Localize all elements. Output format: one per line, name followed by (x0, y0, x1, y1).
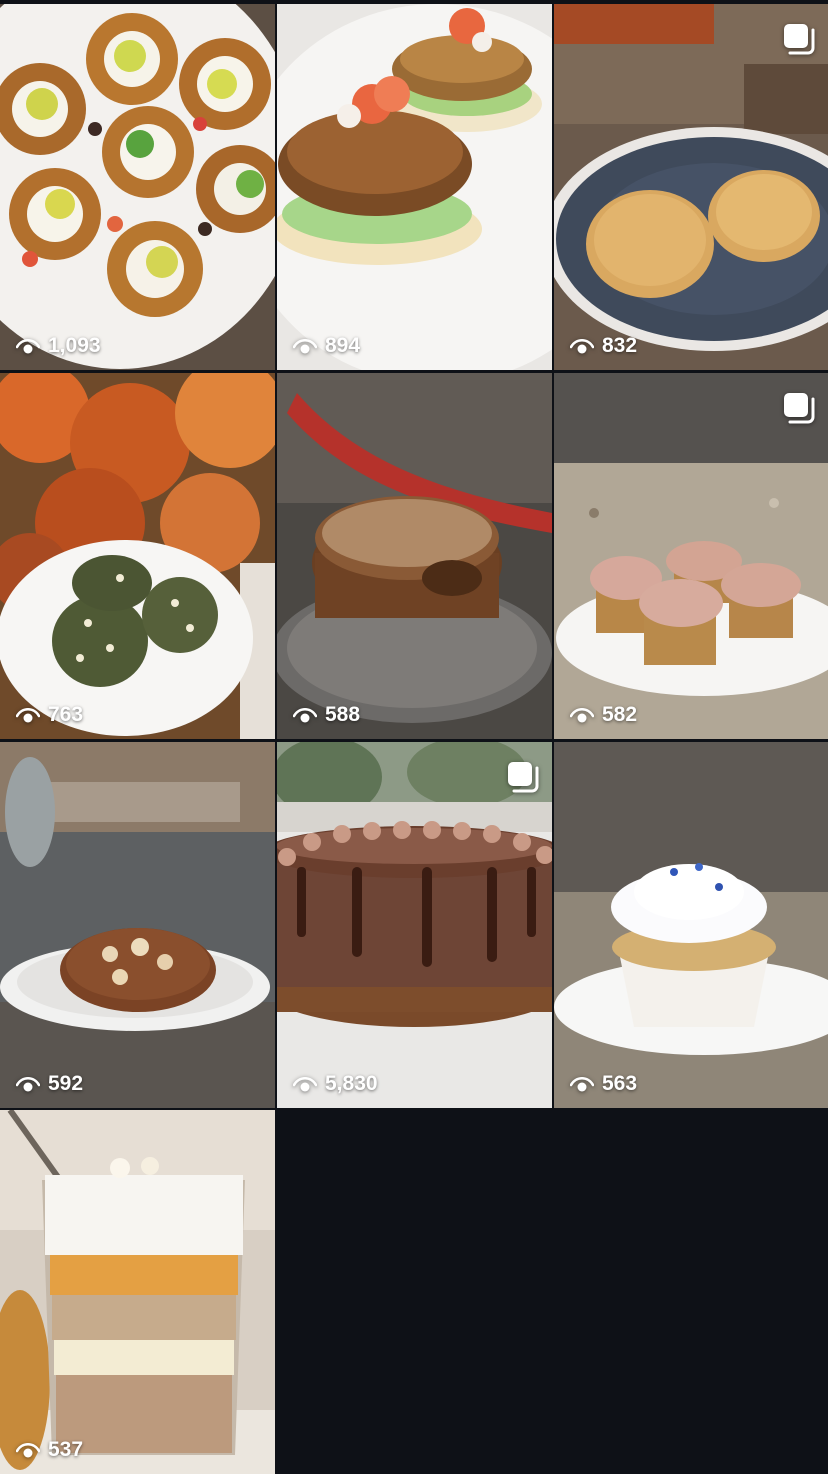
view-count-label: 5,830 (325, 1072, 378, 1095)
carousel-icon (784, 393, 815, 424)
post-photo-veggie-sliders (277, 4, 552, 370)
view-count: 1,093 (16, 334, 101, 358)
view-count: 588 (293, 703, 360, 727)
post-photo-matcha-cookies (0, 373, 275, 739)
view-count-label: 894 (325, 334, 361, 357)
post-photo-layered-dessert-cup (0, 1110, 275, 1474)
post-tile-1[interactable]: 1,093 (0, 4, 275, 370)
view-count: 592 (16, 1072, 83, 1096)
carousel-icon (784, 24, 815, 55)
view-count-label: 588 (325, 703, 361, 726)
view-count-label: 563 (602, 1072, 638, 1095)
post-photo-taco-cups (0, 4, 275, 370)
view-count: 537 (16, 1438, 83, 1462)
view-count: 5,830 (293, 1072, 378, 1096)
posts-grid: 1,093 894 832 763 588 582 592 5,830 563 … (0, 0, 828, 1474)
view-count-label: 763 (48, 703, 84, 726)
view-count-label: 832 (602, 334, 638, 357)
eye-icon (16, 338, 40, 354)
post-tile-10[interactable]: 537 (0, 1110, 275, 1474)
view-count-label: 582 (602, 703, 638, 726)
post-photo-crumb-cake (277, 373, 552, 739)
eye-icon (570, 338, 594, 354)
view-count: 763 (16, 703, 83, 727)
post-photo-crinkle-cookies (554, 4, 828, 370)
post-tile-2[interactable]: 894 (277, 4, 552, 370)
post-tile-8[interactable]: 5,830 (277, 742, 552, 1108)
eye-icon (293, 1076, 317, 1092)
view-count: 582 (570, 703, 637, 727)
carousel-icon (508, 762, 539, 793)
eye-icon (570, 707, 594, 723)
eye-icon (293, 338, 317, 354)
view-count: 563 (570, 1072, 637, 1096)
post-photo-pecan-muffins (554, 373, 828, 739)
view-count: 832 (570, 334, 637, 358)
view-count-label: 537 (48, 1438, 84, 1461)
eye-icon (16, 1076, 40, 1092)
post-tile-9[interactable]: 563 (554, 742, 828, 1108)
view-count-label: 1,093 (48, 334, 101, 357)
post-tile-6[interactable]: 582 (554, 373, 828, 739)
post-photo-vanilla-cupcake (554, 742, 828, 1108)
view-count-label: 592 (48, 1072, 84, 1095)
post-photo-chocolate-drip-cake (277, 742, 552, 1108)
eye-icon (16, 1442, 40, 1458)
post-tile-5[interactable]: 588 (277, 373, 552, 739)
eye-icon (16, 707, 40, 723)
post-tile-3[interactable]: 832 (554, 4, 828, 370)
eye-icon (293, 707, 317, 723)
eye-icon (570, 1076, 594, 1092)
post-tile-7[interactable]: 592 (0, 742, 275, 1108)
view-count: 894 (293, 334, 360, 358)
post-tile-4[interactable]: 763 (0, 373, 275, 739)
post-photo-stuffed-cookie (0, 742, 275, 1108)
